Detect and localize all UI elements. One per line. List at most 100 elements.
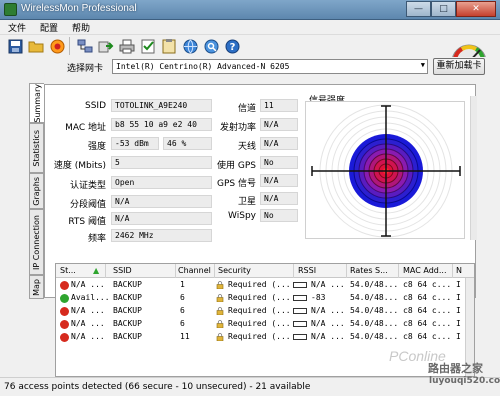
- rssi-bar-icon: [293, 321, 307, 327]
- minimize-button[interactable]: —: [406, 1, 431, 17]
- column-divider: [214, 264, 215, 278]
- view-tabs: Summary Statistics Graphs IP Connection …: [29, 83, 44, 299]
- column-ssid[interactable]: SSID: [113, 266, 132, 275]
- column-divider: [175, 264, 176, 278]
- print-icon[interactable]: [118, 37, 136, 55]
- row-ssid: BACKUP: [113, 293, 142, 302]
- column-status[interactable]: St...: [60, 266, 76, 275]
- tab-graphs[interactable]: Graphs: [29, 173, 44, 209]
- reload-adapter-button[interactable]: 重新加载卡: [433, 58, 485, 75]
- row-status: N/A ...: [71, 319, 105, 328]
- satellite-label: 卫星: [237, 197, 256, 207]
- tab-map[interactable]: Map: [29, 275, 44, 299]
- row-security: Required (...: [228, 332, 291, 341]
- mac-value: b8 55 10 a9 e2 40: [111, 118, 212, 131]
- column-rssi[interactable]: RSSI: [298, 266, 316, 275]
- wispy-label: WiSpy: [228, 211, 256, 221]
- row-channel: 6: [180, 319, 185, 328]
- globe-search-icon[interactable]: [202, 37, 220, 55]
- status-dot-icon: [60, 333, 69, 342]
- adapter-value: Intel(R) Centrino(R) Advanced-N 6205: [116, 62, 290, 71]
- window-controls: — □ ✕: [406, 1, 496, 17]
- row-rssi: -83: [311, 293, 326, 302]
- open-folder-icon[interactable]: [27, 37, 45, 55]
- export-icon[interactable]: [97, 37, 115, 55]
- column-channel[interactable]: Channel: [178, 266, 211, 275]
- signal-strength-display: [305, 101, 465, 239]
- row-n: I: [456, 306, 461, 315]
- strength-dbm-value: -53 dBm: [111, 137, 159, 150]
- row-mac: c8 64 c...: [403, 319, 452, 328]
- clipboard-icon[interactable]: [160, 37, 178, 55]
- row-n: I: [456, 293, 461, 302]
- row-mac: c8 64 c...: [403, 280, 452, 289]
- row-rates: 54.0/48...: [350, 280, 399, 289]
- close-icon: ✕: [472, 4, 480, 14]
- column-security[interactable]: Security: [218, 266, 251, 275]
- checklist-icon[interactable]: [139, 37, 157, 55]
- chevron-down-icon: ▼: [420, 61, 425, 69]
- window-title: WirelessMon Professional: [21, 3, 137, 14]
- sort-asc-icon: ▲: [93, 266, 100, 275]
- adapter-select[interactable]: Intel(R) Centrino(R) Advanced-N 6205 ▼: [112, 59, 428, 74]
- summary-scrollbar[interactable]: [470, 96, 477, 240]
- watermark-site-cn: 路由器之家: [428, 362, 483, 375]
- antenna-value: N/A: [260, 137, 298, 150]
- app-icon: [4, 3, 17, 16]
- maximize-button[interactable]: □: [431, 1, 456, 17]
- row-n: I: [456, 280, 461, 289]
- rssi-bar-icon: [293, 308, 307, 314]
- column-mac[interactable]: MAC Add...: [403, 266, 446, 275]
- row-ssid: BACKUP: [113, 332, 142, 341]
- tab-summary[interactable]: Summary: [29, 83, 44, 123]
- lock-icon: [216, 294, 224, 302]
- adapter-row: 选择网卡 Intel(R) Centrino(R) Advanced-N 620…: [0, 57, 500, 77]
- record-icon[interactable]: [48, 37, 66, 55]
- tab-statistics[interactable]: Statistics: [29, 123, 44, 173]
- column-divider: [346, 264, 347, 278]
- save-icon[interactable]: [6, 37, 24, 55]
- lock-icon: [216, 281, 224, 289]
- menu-config[interactable]: 配置: [40, 21, 58, 34]
- menu-help[interactable]: 帮助: [72, 21, 90, 34]
- strength-percent-value: 46 %: [163, 137, 212, 150]
- rts-threshold-label: RTS 阈值: [68, 217, 106, 227]
- table-row[interactable]: N/A ... BACKUP 1 Required (... N/A ... 54.0/4…: [56, 279, 466, 292]
- tab-ip-connection[interactable]: IP Connection: [29, 209, 44, 275]
- column-n[interactable]: N: [456, 266, 462, 275]
- table-row[interactable]: N/A ... BACKUP 6 Required (... N/A ... 54.0/4…: [56, 305, 466, 318]
- network-icon[interactable]: [76, 37, 94, 55]
- table-row[interactable]: N/A ... BACKUP 6 Required (... N/A ... 54.0/4…: [56, 318, 466, 331]
- satellite-value: N/A: [260, 192, 298, 205]
- adapter-label: 选择网卡: [67, 64, 104, 74]
- table-row[interactable]: N/A ... BACKUP 11 Required (... N/A ... 54.0/…: [56, 331, 466, 344]
- menu-file[interactable]: 文件: [8, 21, 26, 34]
- antenna-label: 天线: [237, 142, 256, 152]
- row-mac: c8 64 c...: [403, 306, 452, 315]
- use-gps-value: No: [260, 156, 298, 169]
- help-icon[interactable]: ?: [223, 37, 241, 55]
- gps-signal-value: N/A: [260, 174, 298, 187]
- globe-icon[interactable]: [181, 37, 199, 55]
- wispy-value: No: [260, 209, 298, 222]
- row-rates: 54.0/48...: [350, 319, 399, 328]
- table-row[interactable]: Avail... BACKUP 6 Required (... -83 54.0/48..…: [56, 292, 466, 305]
- row-status: N/A ...: [71, 306, 105, 315]
- status-dot-icon: [60, 294, 69, 303]
- rssi-bar-icon: [293, 295, 307, 301]
- gps-signal-label: GPS 信号: [217, 179, 256, 189]
- row-channel: 11: [180, 332, 190, 341]
- column-divider: [398, 264, 399, 278]
- row-status: N/A ...: [71, 332, 105, 341]
- column-divider: [452, 264, 453, 278]
- svg-text:?: ?: [229, 42, 235, 53]
- lock-icon: [216, 320, 224, 328]
- status-bar: 76 access points detected (66 secure - 1…: [0, 377, 500, 396]
- tx-power-label: 发射功率: [219, 123, 256, 133]
- close-button[interactable]: ✕: [456, 1, 496, 17]
- column-rates[interactable]: Rates S...: [350, 266, 388, 275]
- row-rates: 54.0/48...: [350, 332, 399, 341]
- signal-rings: [311, 104, 461, 238]
- row-status: Avail...: [71, 293, 110, 302]
- menu-bar: 文件 配置 帮助: [0, 20, 500, 35]
